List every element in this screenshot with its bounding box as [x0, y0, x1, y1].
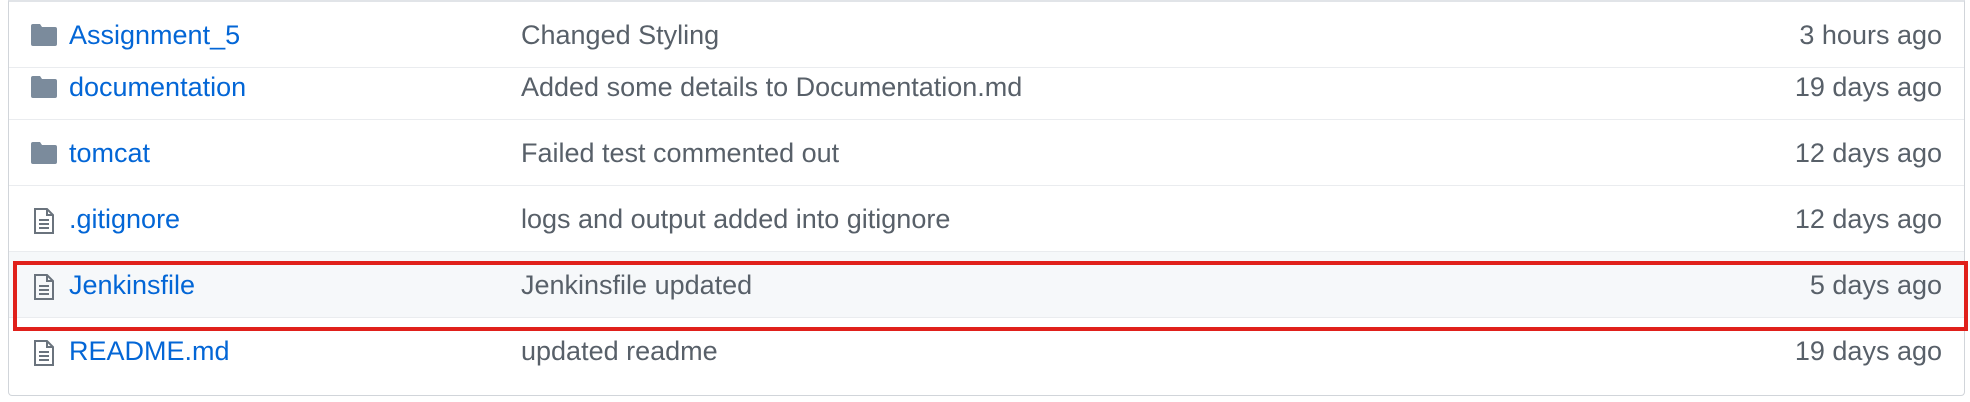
commit-age: 3 hours ago [1799, 20, 1942, 50]
file-row-documentation[interactable]: documentation Added some details to Docu… [9, 54, 1964, 120]
commit-age: 12 days ago [1794, 204, 1942, 234]
folder-icon [30, 75, 58, 99]
file-text-icon [30, 273, 58, 300]
commit-message-link[interactable]: updated readme [521, 334, 718, 368]
commit-message-link[interactable]: Added some details to Documentation.md [521, 70, 1022, 104]
file-row-tomcat[interactable]: tomcat Failed test commented out 12 days… [9, 120, 1964, 186]
commit-message-link[interactable]: Failed test commented out [521, 136, 839, 170]
file-name-link[interactable]: Assignment_5 [69, 18, 240, 52]
commit-message-link[interactable]: logs and output added into gitignore [521, 202, 950, 236]
file-name-link[interactable]: Jenkinsfile [69, 268, 195, 302]
file-text-icon [30, 339, 58, 366]
commit-age: 19 days ago [1794, 72, 1942, 102]
commit-age: 5 days ago [1809, 270, 1942, 300]
file-row-jenkinsfile[interactable]: Jenkinsfile Jenkinsfile updated 5 days a… [9, 252, 1964, 318]
file-name-link[interactable]: documentation [69, 70, 246, 104]
file-name-link[interactable]: .gitignore [69, 202, 180, 236]
commit-message-link[interactable]: Jenkinsfile updated [521, 268, 752, 302]
commit-age: 19 days ago [1794, 336, 1942, 366]
folder-icon [30, 141, 58, 165]
file-row-readme[interactable]: README.md updated readme 19 days ago [9, 318, 1964, 384]
file-row-gitignore[interactable]: .gitignore logs and output added into gi… [9, 186, 1964, 252]
file-name-link[interactable]: README.md [69, 334, 230, 368]
commit-age: 12 days ago [1794, 138, 1942, 168]
commit-message-link[interactable]: Changed Styling [521, 18, 719, 52]
file-list-table: Assignment_5 Changed Styling 3 hours ago… [8, 0, 1965, 396]
file-text-icon [30, 207, 58, 234]
file-name-link[interactable]: tomcat [69, 136, 150, 170]
folder-icon [30, 23, 58, 47]
